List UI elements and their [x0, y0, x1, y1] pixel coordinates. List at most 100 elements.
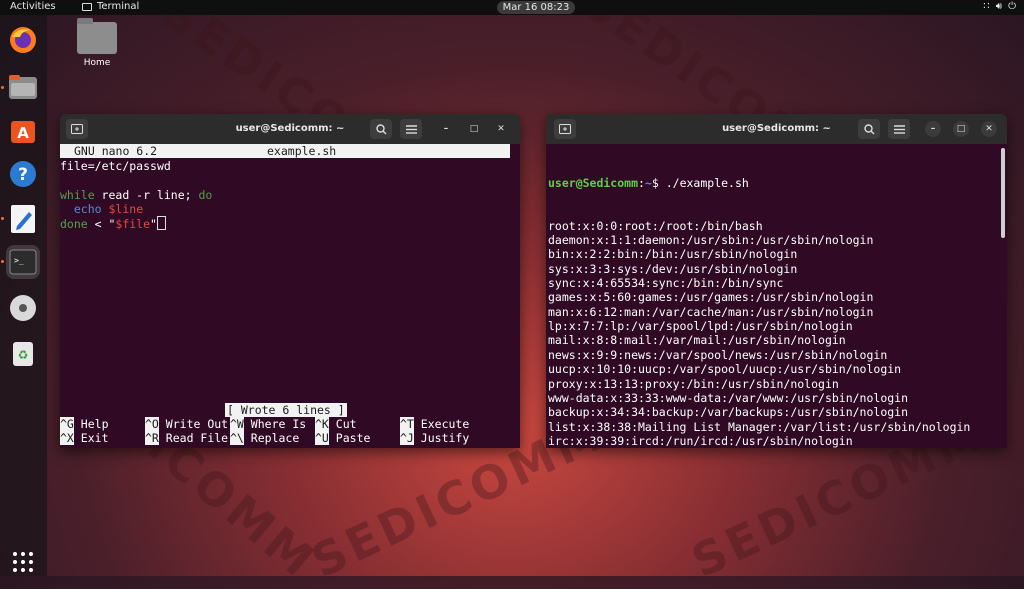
maximize-button[interactable]: □: [953, 121, 969, 137]
dock-app-grid[interactable]: [6, 545, 40, 579]
terminal-icon: >_: [9, 249, 37, 275]
nano-shortcut: ^R Read File: [145, 431, 228, 445]
shortcut-label: Read File: [165, 431, 229, 445]
dock-files[interactable]: [6, 70, 40, 104]
shortcut-key: ^K: [315, 417, 329, 431]
running-indicator: [1, 217, 4, 220]
search-button[interactable]: [370, 119, 392, 139]
shortcut-label: Paste: [335, 431, 371, 445]
dock-software[interactable]: A: [6, 113, 40, 147]
minimize-button[interactable]: –: [438, 121, 454, 137]
shortcut-label: Exit: [80, 431, 109, 445]
dock-firefox[interactable]: [6, 23, 40, 57]
disc-icon: [10, 295, 36, 321]
menu-button[interactable]: [400, 119, 422, 139]
shortcut-key: ^X: [60, 431, 74, 445]
help-icon: ?: [10, 161, 36, 187]
nano-shortcut: ^O Write Out: [145, 417, 228, 431]
close-button[interactable]: ✕: [981, 121, 997, 137]
firefox-icon: [10, 27, 36, 53]
system-tray[interactable]: ∷ 🔊︎ ⏻: [983, 1, 1016, 12]
nano-shortcut: ^W Where Is: [230, 417, 306, 431]
output-line: root:x:0:0:root:/root:/bin/bash: [548, 218, 763, 233]
svg-text:♻: ♻: [18, 348, 29, 362]
nano-version: GNU nano 6.2: [74, 144, 158, 158]
shortcut-label: Justify: [420, 431, 470, 445]
svg-text:>_: >_: [14, 256, 24, 265]
window-titlebar[interactable]: user@Sedicomm: ~ – □ ✕: [60, 114, 520, 144]
hamburger-icon: [405, 124, 417, 134]
search-button[interactable]: [858, 119, 880, 139]
code-line: done < "$file": [60, 216, 212, 231]
nano-terminal-window[interactable]: user@Sedicomm: ~ – □ ✕ GNU nano 6.2 exam…: [60, 114, 520, 448]
nano-filename: example.sh: [267, 144, 337, 158]
window-titlebar[interactable]: user@Sedicomm: ~ – □ ✕: [546, 114, 1007, 144]
nano-editor[interactable]: GNU nano 6.2 example.sh file=/etc/passwd…: [60, 144, 520, 448]
shortcut-key: ^\: [230, 431, 244, 445]
software-center-icon: A: [11, 121, 35, 143]
terminal-lines: user@Sedicomm:~$ ./example.sh root:x:0:0…: [548, 147, 984, 448]
running-indicator: [1, 86, 4, 89]
search-icon: [863, 123, 874, 134]
nano-shortcut: ^G Help: [60, 417, 109, 431]
shortcut-key: ^G: [60, 417, 74, 431]
dock-disc[interactable]: [6, 291, 40, 325]
volume-icon: 🔊︎: [995, 1, 1003, 12]
code-content[interactable]: file=/etc/passwd while read -r line; do …: [60, 159, 212, 232]
code-line: while read -r line; do: [60, 187, 213, 202]
output-terminal-window[interactable]: user@Sedicomm: ~ – □ ✕ user@Sedicomm:~$ …: [546, 114, 1007, 448]
code-line: echo $line: [73, 202, 144, 217]
output-line: www-data:x:33:33:www-data:/var/www:/usr/…: [548, 390, 909, 405]
maximize-button[interactable]: □: [466, 121, 482, 137]
search-icon: [375, 123, 386, 134]
menu-button[interactable]: [888, 119, 910, 139]
terminal-icon: [82, 2, 92, 11]
shortcut-key: ^T: [400, 417, 414, 431]
command-prompt-line: user@Sedicomm:~$ ./example.sh: [548, 175, 749, 190]
nano-shortcut: ^U Paste: [315, 431, 370, 445]
output-line: lp:x:7:7:lp:/var/spool/lpd:/usr/sbin/nol…: [548, 319, 853, 334]
dock-help[interactable]: ?: [6, 157, 40, 191]
shortcut-label: Where Is: [250, 417, 307, 431]
output-line: backup:x:34:34:backup:/var/backups:/usr/…: [548, 405, 909, 420]
scrollbar[interactable]: [1001, 148, 1005, 238]
dock-text-editor[interactable]: [6, 202, 40, 236]
nano-status-message: [ Wrote 6 lines ]: [225, 403, 347, 418]
output-line: sys:x:3:3:sys:/dev:/usr/sbin/nologin: [548, 261, 798, 276]
output-line: mail:x:8:8:mail:/var/mail:/usr/sbin/nolo…: [548, 333, 846, 348]
text-cursor: [156, 216, 166, 231]
clock[interactable]: Mar 16 08:23: [497, 1, 575, 14]
app-grid-icon: [13, 552, 33, 572]
svg-text:A: A: [17, 124, 29, 142]
shortcut-label: Help: [80, 417, 109, 431]
home-folder-label: Home: [83, 58, 111, 68]
shortcut-key: ^W: [230, 417, 244, 431]
activities-button[interactable]: Activities: [10, 1, 56, 12]
svg-text:?: ?: [18, 165, 28, 185]
dock-terminal[interactable]: >_: [6, 245, 40, 279]
dock: A ? >_ ♻: [0, 15, 47, 576]
app-name: Terminal: [97, 1, 140, 12]
output-line: man:x:6:12:man:/var/cache/man:/usr/sbin/…: [548, 304, 874, 319]
output-line: list:x:38:38:Mailing List Manager:/var/l…: [548, 419, 971, 434]
minimize-button[interactable]: –: [925, 121, 941, 137]
output-line: uucp:x:10:10:uucp:/var/spool/uucp:/usr/s…: [548, 362, 902, 377]
output-line: news:x:9:9:news:/var/spool/news:/usr/sbi…: [548, 347, 888, 362]
shortcut-label: Execute: [420, 417, 470, 431]
terminal-output[interactable]: user@Sedicomm:~$ ./example.sh root:x:0:0…: [546, 144, 1007, 448]
running-indicator: [1, 260, 4, 263]
shortcut-key: ^O: [145, 417, 159, 431]
close-button[interactable]: ✕: [493, 121, 509, 137]
network-icon: ∷: [983, 1, 990, 12]
text-editor-icon: [11, 205, 35, 233]
nano-shortcut: ^J Justify: [400, 431, 469, 445]
app-menu[interactable]: Terminal: [82, 1, 139, 12]
home-folder-icon: [77, 18, 117, 54]
shortcut-label: Replace: [250, 431, 300, 445]
shortcut-label: Cut: [335, 417, 357, 431]
trash-icon: ♻: [13, 342, 33, 366]
dock-trash[interactable]: ♻: [6, 336, 40, 370]
nano-shortcut: ^X Exit: [60, 431, 109, 445]
desktop-home-folder[interactable]: Home: [74, 18, 120, 68]
